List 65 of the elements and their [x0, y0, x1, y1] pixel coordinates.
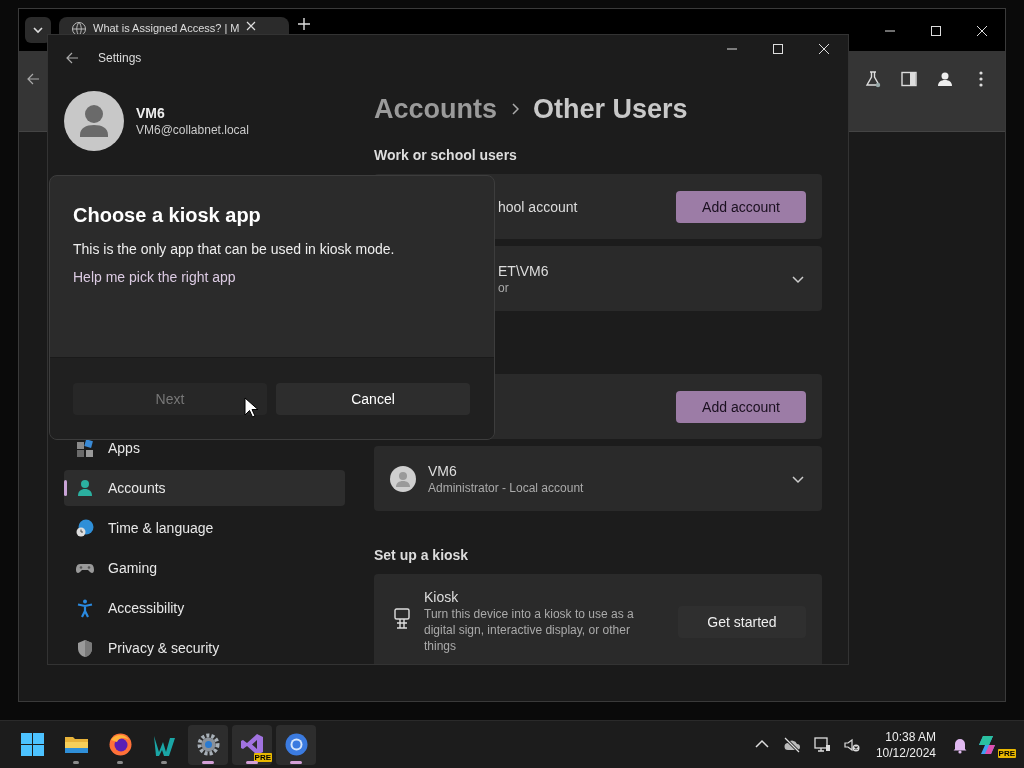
preview-badge: PRE	[253, 752, 272, 762]
settings-icon	[195, 732, 221, 757]
nav-item[interactable]: Gaming	[64, 550, 345, 586]
preview-badge: PRE	[997, 748, 1016, 758]
account-name: ET\VM6	[498, 261, 550, 280]
nav-item[interactable]: Time & language	[64, 510, 345, 546]
browser-icon	[283, 732, 309, 757]
browser-tab[interactable]: What is Assigned Access? | M	[59, 17, 289, 34]
clock-time[interactable]: 10:38 AM	[885, 728, 936, 745]
taskbar-app[interactable]	[276, 724, 316, 765]
help-link[interactable]: Help me pick the right app	[73, 267, 236, 287]
dialog-text: This is the only app that can be used in kiosk mode.	[73, 240, 396, 259]
maximize-icon	[772, 44, 784, 54]
get-started-button[interactable]: Get started	[678, 606, 806, 638]
section-heading: Set up a kiosk	[374, 546, 470, 565]
avatar-icon	[64, 91, 124, 151]
globe-clock-icon	[76, 518, 94, 538]
breadcrumb-link[interactable]: Accounts	[374, 93, 498, 125]
kiosk-icon	[392, 608, 412, 630]
close-icon	[818, 44, 830, 54]
nav-item[interactable]: Accounts	[64, 470, 345, 506]
grid-icon	[76, 438, 94, 458]
nav-item[interactable]: Accessibility	[64, 590, 345, 626]
chevron-right-icon	[511, 103, 520, 115]
close-icon	[976, 26, 988, 36]
monitor-icon[interactable]	[812, 735, 831, 754]
close-icon[interactable]	[245, 21, 256, 31]
selection-indicator	[64, 480, 67, 496]
card-title: Kiosk	[424, 588, 460, 606]
flask-icon[interactable]	[864, 70, 882, 88]
back-arrow-icon[interactable]	[65, 51, 79, 65]
tab-title: What is Assigned Access? | M	[93, 22, 240, 35]
section-heading: Work or school users	[374, 146, 518, 165]
nav-item[interactable]: Privacy & security	[64, 630, 345, 664]
maximize-icon	[930, 26, 942, 36]
add-account-button[interactable]: Add account	[676, 390, 806, 423]
cloud-off-icon[interactable]	[782, 735, 801, 754]
clock-date[interactable]: 10/12/2024	[875, 744, 936, 761]
windows-logo-icon	[19, 732, 45, 757]
add-account-button[interactable]: Add account	[676, 190, 806, 223]
globe-icon	[71, 21, 87, 37]
chevron-down-icon	[32, 24, 44, 36]
shield-icon	[76, 638, 94, 658]
profile-icon[interactable]	[936, 70, 954, 88]
taskbar-app[interactable]	[188, 724, 228, 765]
card-label: hool account	[498, 198, 579, 215]
window-title: Settings	[98, 51, 142, 65]
page-title: Other Users	[533, 93, 688, 125]
firefox-icon	[107, 732, 133, 757]
dialog-button[interactable]: Cancel	[276, 383, 470, 415]
cursor-icon	[244, 397, 258, 418]
card-description: Turn this device into a kiosk to use as a digital sign, interactive display, or other things	[424, 606, 635, 654]
account-type: Administrator - Local account	[428, 479, 585, 496]
accessibility-icon	[76, 598, 94, 618]
taskbar-app[interactable]: PRE	[232, 724, 272, 765]
account-name: VM6	[428, 461, 458, 480]
dialog-title: Choose a kiosk app	[73, 203, 262, 228]
back-arrow-icon[interactable]	[26, 72, 40, 86]
tab-list-button[interactable]	[25, 17, 51, 43]
account-type: or	[498, 279, 510, 296]
new-tab-icon[interactable]	[297, 17, 311, 31]
user-name: VM6	[136, 104, 166, 122]
person-icon	[76, 478, 94, 498]
user-email: VM6@collabnet.local	[136, 122, 249, 138]
sidebar-icon[interactable]	[900, 70, 918, 88]
